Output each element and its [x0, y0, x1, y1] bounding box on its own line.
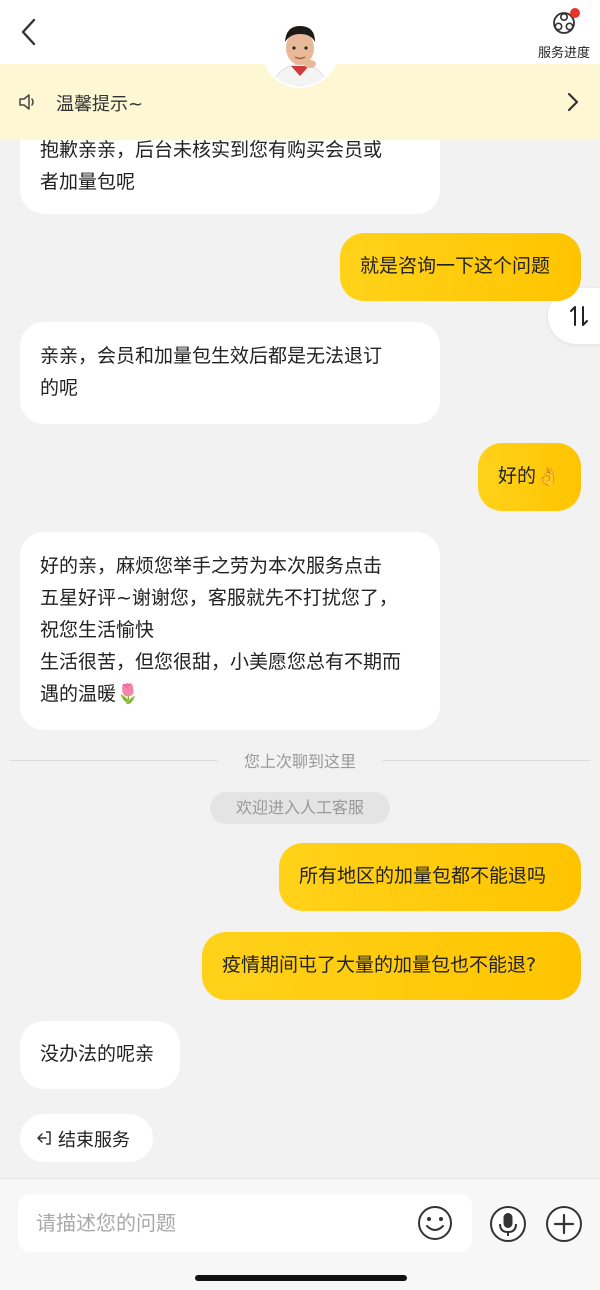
exit-icon [37, 1131, 51, 1145]
chevron-left-icon [21, 18, 36, 46]
agent-avatar [263, 12, 337, 86]
agent-message: 没办法的呢亲 [20, 1021, 180, 1089]
input-bar [0, 1178, 600, 1290]
emoji-button[interactable] [415, 1203, 455, 1243]
plus-icon [546, 1206, 582, 1242]
message-line: 疫情期间屯了大量的加量包也不能退? [222, 954, 537, 976]
message-line: 亲亲，会员和加量包生效后都是无法退订 [40, 345, 383, 367]
swap-vertical-icon [570, 306, 588, 326]
message-line: 所有地区的加量包都不能退吗 [299, 865, 547, 887]
message-line: 好的亲，麻烦您举手之劳为本次服务点击 [40, 555, 383, 577]
message-line: 祝您生活愉快 [40, 619, 155, 641]
history-divider: 您上次聊到这里 [10, 748, 590, 772]
message-line: 就是咨询一下这个问题 [360, 255, 551, 277]
message-line: 的呢 [40, 377, 79, 399]
message-input-box[interactable] [18, 1194, 472, 1252]
message-line: 者加量包呢 [40, 171, 136, 193]
notification-badge [570, 8, 580, 18]
message-input[interactable] [36, 1194, 406, 1252]
divider-line [382, 760, 590, 761]
back-button[interactable] [14, 14, 46, 50]
agent-message: 抱歉亲亲，后台未核实到您有购买会员或 者加量包呢 [20, 124, 440, 214]
system-notice: 欢迎进入人工客服 [210, 792, 390, 824]
more-actions-button[interactable] [544, 1204, 584, 1244]
notice-text: 温馨提示~ [56, 94, 144, 115]
home-indicator [195, 1275, 407, 1281]
emoji-icon [418, 1206, 452, 1240]
agent-message: 好的亲，麻烦您举手之劳为本次服务点击 五星好评~谢谢您，客服就先不打扰您了， 祝… [20, 532, 440, 730]
user-message: 就是咨询一下这个问题 [340, 233, 581, 301]
end-service-button[interactable]: 结束服务 [20, 1114, 153, 1162]
chevron-right-icon [567, 92, 579, 112]
speaker-icon [19, 94, 34, 110]
microphone-icon [490, 1206, 526, 1242]
service-progress-button[interactable]: 服务进度 [534, 6, 594, 62]
voice-input-button[interactable] [488, 1204, 528, 1244]
message-line: 五星好评~谢谢您，客服就先不打扰您了， [40, 587, 398, 609]
end-service-label: 结束服务 [58, 1130, 130, 1151]
user-message: 好的👌 [478, 443, 581, 511]
user-message: 疫情期间屯了大量的加量包也不能退? [202, 932, 581, 1000]
message-line: 没办法的呢亲 [40, 1043, 155, 1065]
message-line: 遇的温暖🌷 [40, 683, 140, 705]
agent-message: 亲亲，会员和加量包生效后都是无法退订 的呢 [20, 322, 440, 424]
agent-avatar-image [263, 12, 337, 86]
message-line: 生活很苦，但您很甜，小美愿您总有不期而 [40, 651, 402, 673]
user-message: 所有地区的加量包都不能退吗 [279, 843, 581, 911]
message-line: 好的👌 [498, 465, 560, 487]
message-line: 抱歉亲亲，后台未核实到您有购买会员或 [40, 139, 383, 161]
service-progress-label: 服务进度 [537, 46, 590, 61]
